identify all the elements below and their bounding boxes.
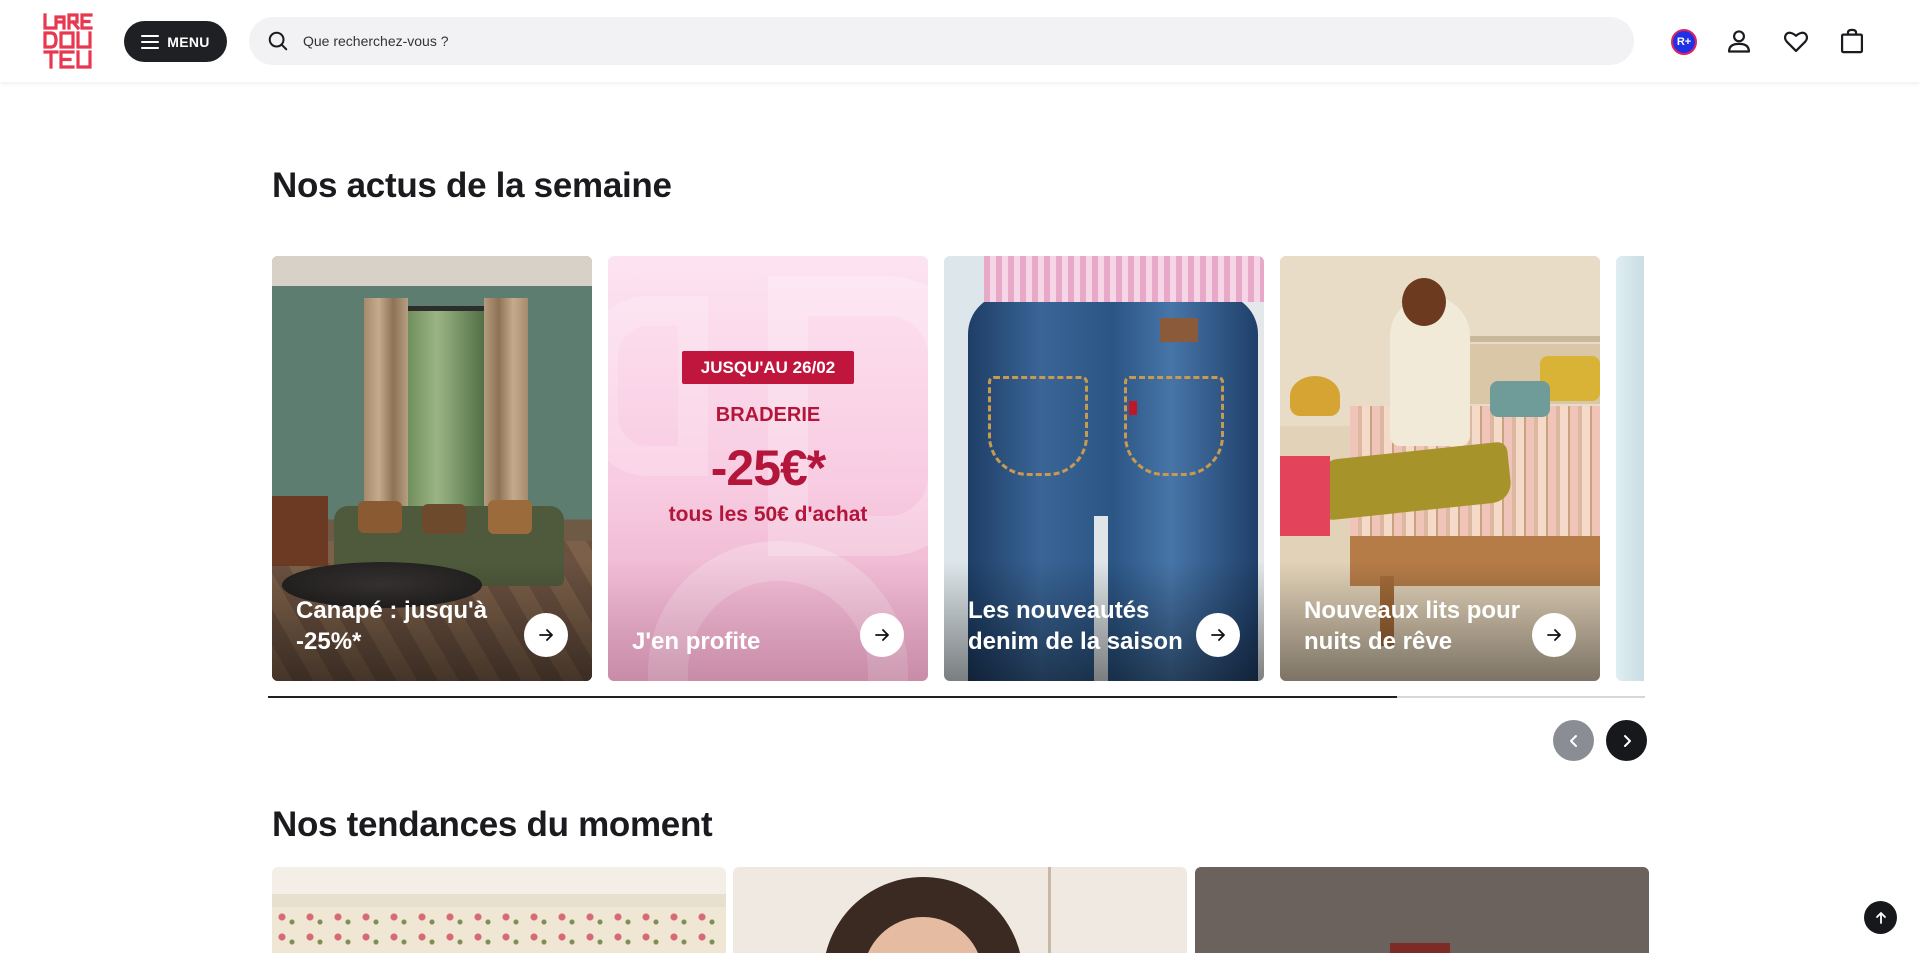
carousel-progress-fill bbox=[268, 696, 1398, 698]
card-caption: J'en profite bbox=[632, 627, 761, 655]
chevron-left-icon bbox=[1569, 734, 1577, 747]
trend-card-portrait[interactable] bbox=[733, 867, 1187, 953]
promo-condition: tous les 50€ d'achat bbox=[668, 503, 868, 526]
arrow-right-icon[interactable] bbox=[1196, 613, 1240, 657]
promo-event: BRADERIE bbox=[715, 404, 821, 426]
search-input[interactable] bbox=[303, 33, 1203, 49]
search-bar[interactable] bbox=[249, 17, 1634, 65]
news-card-partial[interactable] bbox=[1616, 256, 1644, 681]
news-card-beds[interactable]: Nouveaux lits pour nuits de rêve bbox=[1280, 256, 1600, 681]
carousel-progress bbox=[268, 696, 1645, 698]
arrow-right-icon[interactable] bbox=[1532, 613, 1576, 657]
menu-label: MENU bbox=[167, 33, 210, 50]
card-caption: Nouveaux lits pour nuits de rêve bbox=[1304, 596, 1521, 655]
trend-card-decor[interactable] bbox=[1195, 867, 1649, 953]
menu-button[interactable]: MENU bbox=[124, 21, 227, 62]
news-card-braderie[interactable]: JUSQU'AU 26/02 BRADERIE -25€* tous les 5… bbox=[608, 256, 928, 681]
search-icon bbox=[268, 31, 288, 51]
rplus-badge[interactable]: R+ bbox=[1671, 29, 1697, 55]
card-image bbox=[1390, 943, 1450, 953]
bag-icon[interactable] bbox=[1835, 24, 1869, 58]
hamburger-icon bbox=[141, 34, 160, 49]
section-title-news: Nos actus de la semaine bbox=[272, 166, 672, 205]
trend-card-bedding[interactable] bbox=[272, 867, 726, 953]
card-caption: Canapé : jusqu'à -25%* bbox=[296, 596, 488, 655]
arrow-right-icon[interactable] bbox=[860, 613, 904, 657]
site-header: MENU R+ bbox=[0, 0, 1920, 82]
la-redoute-logo[interactable] bbox=[42, 12, 102, 70]
carousel-next-button[interactable] bbox=[1606, 720, 1647, 761]
promo-date-badge: JUSQU'AU 26/02 bbox=[682, 351, 854, 384]
news-card-sofa[interactable]: Canapé : jusqu'à -25%* bbox=[272, 256, 592, 681]
arrow-up-icon bbox=[1875, 911, 1886, 924]
card-image bbox=[272, 907, 726, 953]
heart-icon[interactable] bbox=[1779, 24, 1813, 58]
chevron-right-icon bbox=[1623, 734, 1631, 747]
promo-discount: -25€* bbox=[710, 440, 827, 496]
news-card-denim[interactable]: Les nouveautés denim de la saison bbox=[944, 256, 1264, 681]
account-icon[interactable] bbox=[1722, 24, 1756, 58]
arrow-right-icon[interactable] bbox=[524, 613, 568, 657]
back-to-top-button[interactable] bbox=[1864, 901, 1897, 934]
card-caption: Les nouveautés denim de la saison bbox=[968, 596, 1183, 655]
section-title-trends: Nos tendances du moment bbox=[272, 805, 713, 844]
carousel-prev-button[interactable] bbox=[1553, 720, 1594, 761]
